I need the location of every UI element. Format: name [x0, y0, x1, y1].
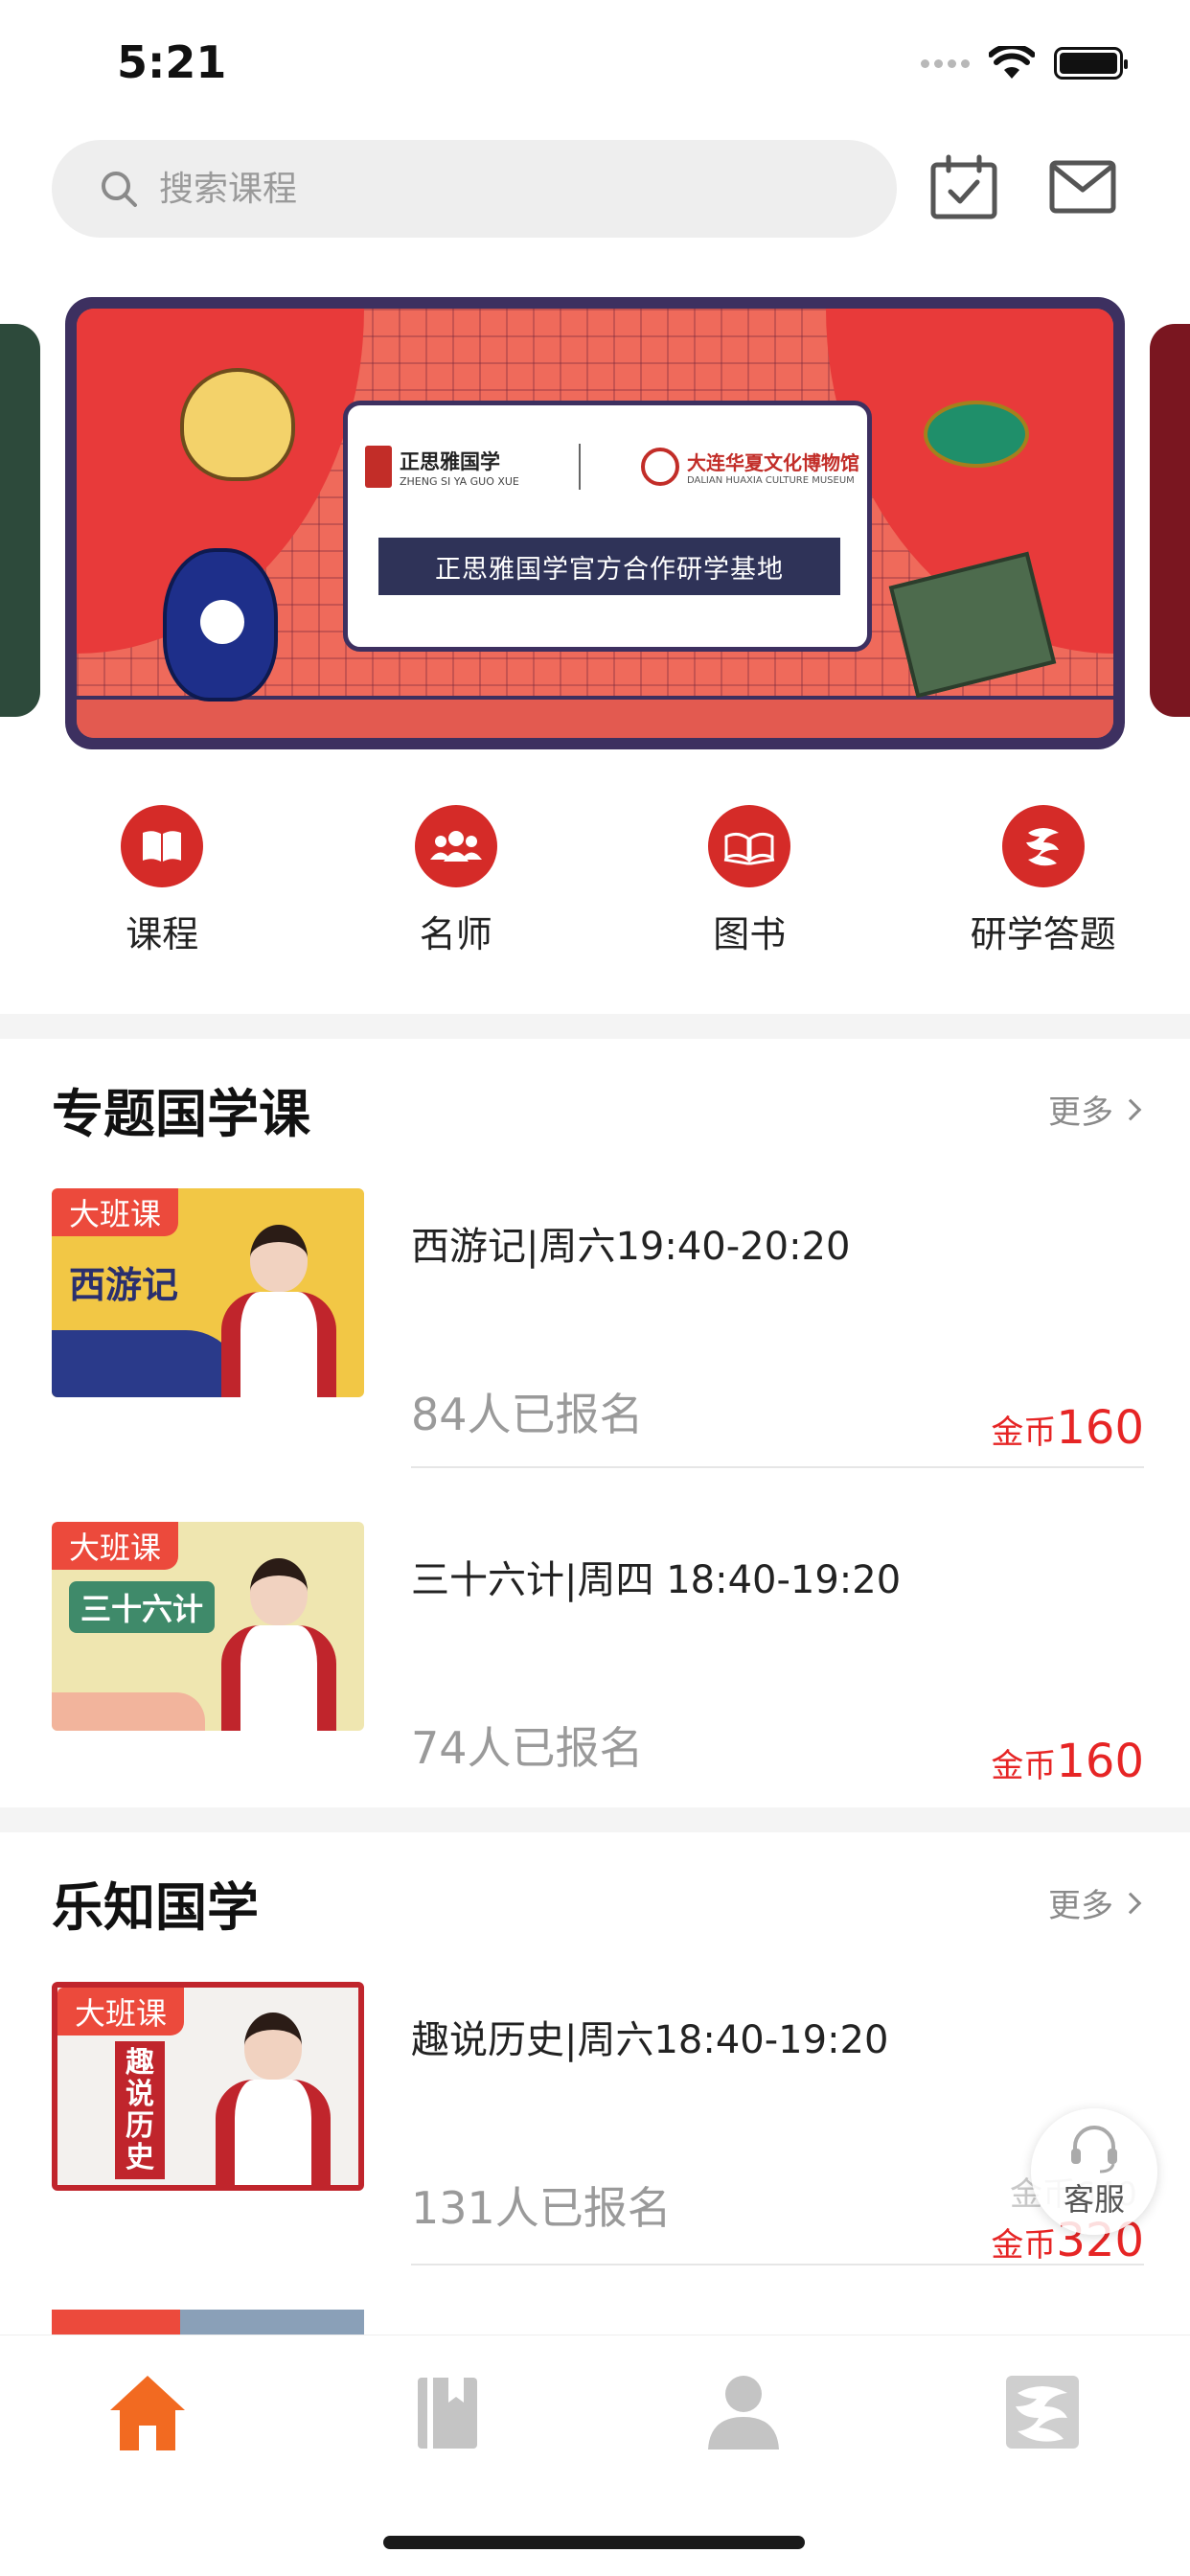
banner-caption: 正思雅国学官方合作研学基地 — [378, 538, 840, 595]
headset-icon — [1071, 2126, 1117, 2174]
calendar-check-icon — [930, 154, 997, 219]
section-divider — [0, 1014, 1190, 1039]
course-title: 西游记|周六19:40-20:20 — [411, 1225, 851, 1269]
open-book-icon — [724, 832, 775, 865]
thumbnail-title: 西游记 — [69, 1263, 179, 1306]
more-link[interactable]: 更多 — [1048, 1879, 1142, 1926]
nav-books-button[interactable]: 图书 — [603, 805, 897, 957]
course-title: 三十六计|周四 18:40-19:20 — [411, 1558, 902, 1602]
book-open-icon — [143, 831, 182, 862]
section-title: 专题国学课 — [52, 1084, 310, 1144]
course-thumbnail: 大班课 西游记 — [52, 1188, 364, 1397]
section-divider — [0, 1807, 1190, 1832]
section-header-lezhi: 乐知国学 更多 — [52, 1865, 1142, 1941]
more-label: 更多 — [1048, 1093, 1113, 1132]
banner-artwork: 正思雅国学 ZHENG SI YA GUO XUE 大连华夏文化博物馆 DALI… — [77, 309, 1113, 738]
nav-quiz-button[interactable]: 研学答题 — [897, 805, 1190, 957]
status-icons — [921, 46, 1128, 80]
customer-service-button[interactable]: 客服 — [1031, 2108, 1157, 2235]
thumbnail-title: 三十六计 — [69, 1581, 216, 1633]
dragon-icon — [1025, 828, 1059, 866]
course-enrolled: 131人已报名 — [411, 2182, 672, 2234]
course-thumbnail: 大班课 趣说历史 — [52, 1982, 364, 2191]
signal-icon — [921, 58, 970, 68]
nav-books-label: 图书 — [713, 913, 787, 955]
banner-slide-next[interactable] — [1150, 324, 1190, 717]
course-price: 金币 160 — [991, 1735, 1144, 1788]
tab-home[interactable] — [100, 2364, 195, 2460]
section-title: 乐知国学 — [52, 1877, 259, 1938]
blue-vase-icon — [163, 548, 278, 702]
search-bar[interactable] — [52, 140, 897, 238]
service-label: 客服 — [1063, 2181, 1125, 2218]
teacher-photo — [217, 1215, 341, 1397]
yellow-vase-icon — [180, 368, 295, 481]
course-title: 趣说历史|周六18:40-19:20 — [411, 2018, 889, 2062]
zhengsiya-logo: 正思雅国学 ZHENG SI YA GUO XUE — [365, 446, 519, 488]
course-card[interactable]: 大班课 趣说历史 趣说历史|周六18:40-19:20 131人已报名 金币 3… — [52, 1982, 1144, 2267]
tab-profile[interactable] — [696, 2364, 791, 2460]
quick-nav: 课程 名师 图书 研学答题 — [0, 805, 1190, 957]
museum-logo: 大连华夏文化博物馆 DALIAN HUAXIA CULTURE MUSEUM — [640, 448, 859, 486]
row-divider — [411, 2264, 1144, 2266]
nav-course-label: 课程 — [126, 913, 199, 955]
group-icon — [429, 831, 482, 862]
wifi-icon — [989, 46, 1035, 79]
nav-course-button[interactable]: 课程 — [15, 805, 309, 957]
tab-dragon[interactable] — [995, 2364, 1090, 2460]
search-icon — [102, 172, 137, 207]
person-icon — [708, 2376, 779, 2450]
banner-slide-previous[interactable] — [0, 324, 40, 717]
status-bar: 5:21 — [0, 0, 1190, 125]
course-card[interactable]: 大班课 三十六计 三十六计|周四 18:40-19:20 74人已报名 金币 1… — [52, 1522, 1144, 1800]
battery-icon — [1054, 47, 1128, 80]
teacher-photo — [211, 2003, 335, 2185]
nav-quiz-label: 研学答题 — [970, 913, 1116, 955]
course-price: 金币 160 — [991, 1401, 1144, 1455]
banner-panel: 正思雅国学 ZHENG SI YA GUO XUE 大连华夏文化博物馆 DALI… — [343, 401, 872, 652]
course-card[interactable]: 大班课 西游记 西游记|周六19:40-20:20 84人已报名 金币 160 — [52, 1188, 1144, 1468]
row-divider — [411, 1466, 1144, 1468]
pouch-icon — [924, 401, 1029, 468]
chevron-right-icon — [1119, 1892, 1142, 1914]
mail-icon — [1049, 160, 1116, 214]
status-time: 5:21 — [117, 36, 227, 88]
course-badge: 大班课 — [57, 1988, 185, 2036]
search-input[interactable] — [159, 169, 830, 209]
banner-slide[interactable]: 正思雅国学 ZHENG SI YA GUO XUE 大连华夏文化博物馆 DALI… — [65, 297, 1125, 749]
calendar-check-button[interactable] — [929, 153, 998, 220]
course-thumbnail: 大班课 三十六计 — [52, 1522, 364, 1731]
course-badge: 大班课 — [52, 1522, 179, 1570]
home-icon — [110, 2376, 185, 2450]
nav-teacher-button[interactable]: 名师 — [309, 805, 604, 957]
thumbnail-title: 趣说历史 — [115, 2041, 165, 2179]
message-button[interactable] — [1048, 153, 1117, 220]
home-indicator — [383, 2536, 805, 2549]
section-header-zhuanti: 专题国学课 更多 — [52, 1071, 1142, 1147]
course-badge: 大班课 — [52, 1188, 179, 1236]
more-label: 更多 — [1048, 1887, 1113, 1925]
dragon-icon — [1006, 2376, 1079, 2449]
tab-library[interactable] — [399, 2364, 494, 2460]
nav-teacher-label: 名师 — [419, 913, 492, 955]
course-enrolled: 84人已报名 — [411, 1389, 644, 1440]
library-icon — [418, 2378, 477, 2449]
more-link[interactable]: 更多 — [1048, 1086, 1142, 1133]
teacher-photo — [217, 1549, 341, 1731]
course-enrolled: 74人已报名 — [411, 1722, 644, 1774]
chevron-right-icon — [1119, 1098, 1142, 1120]
